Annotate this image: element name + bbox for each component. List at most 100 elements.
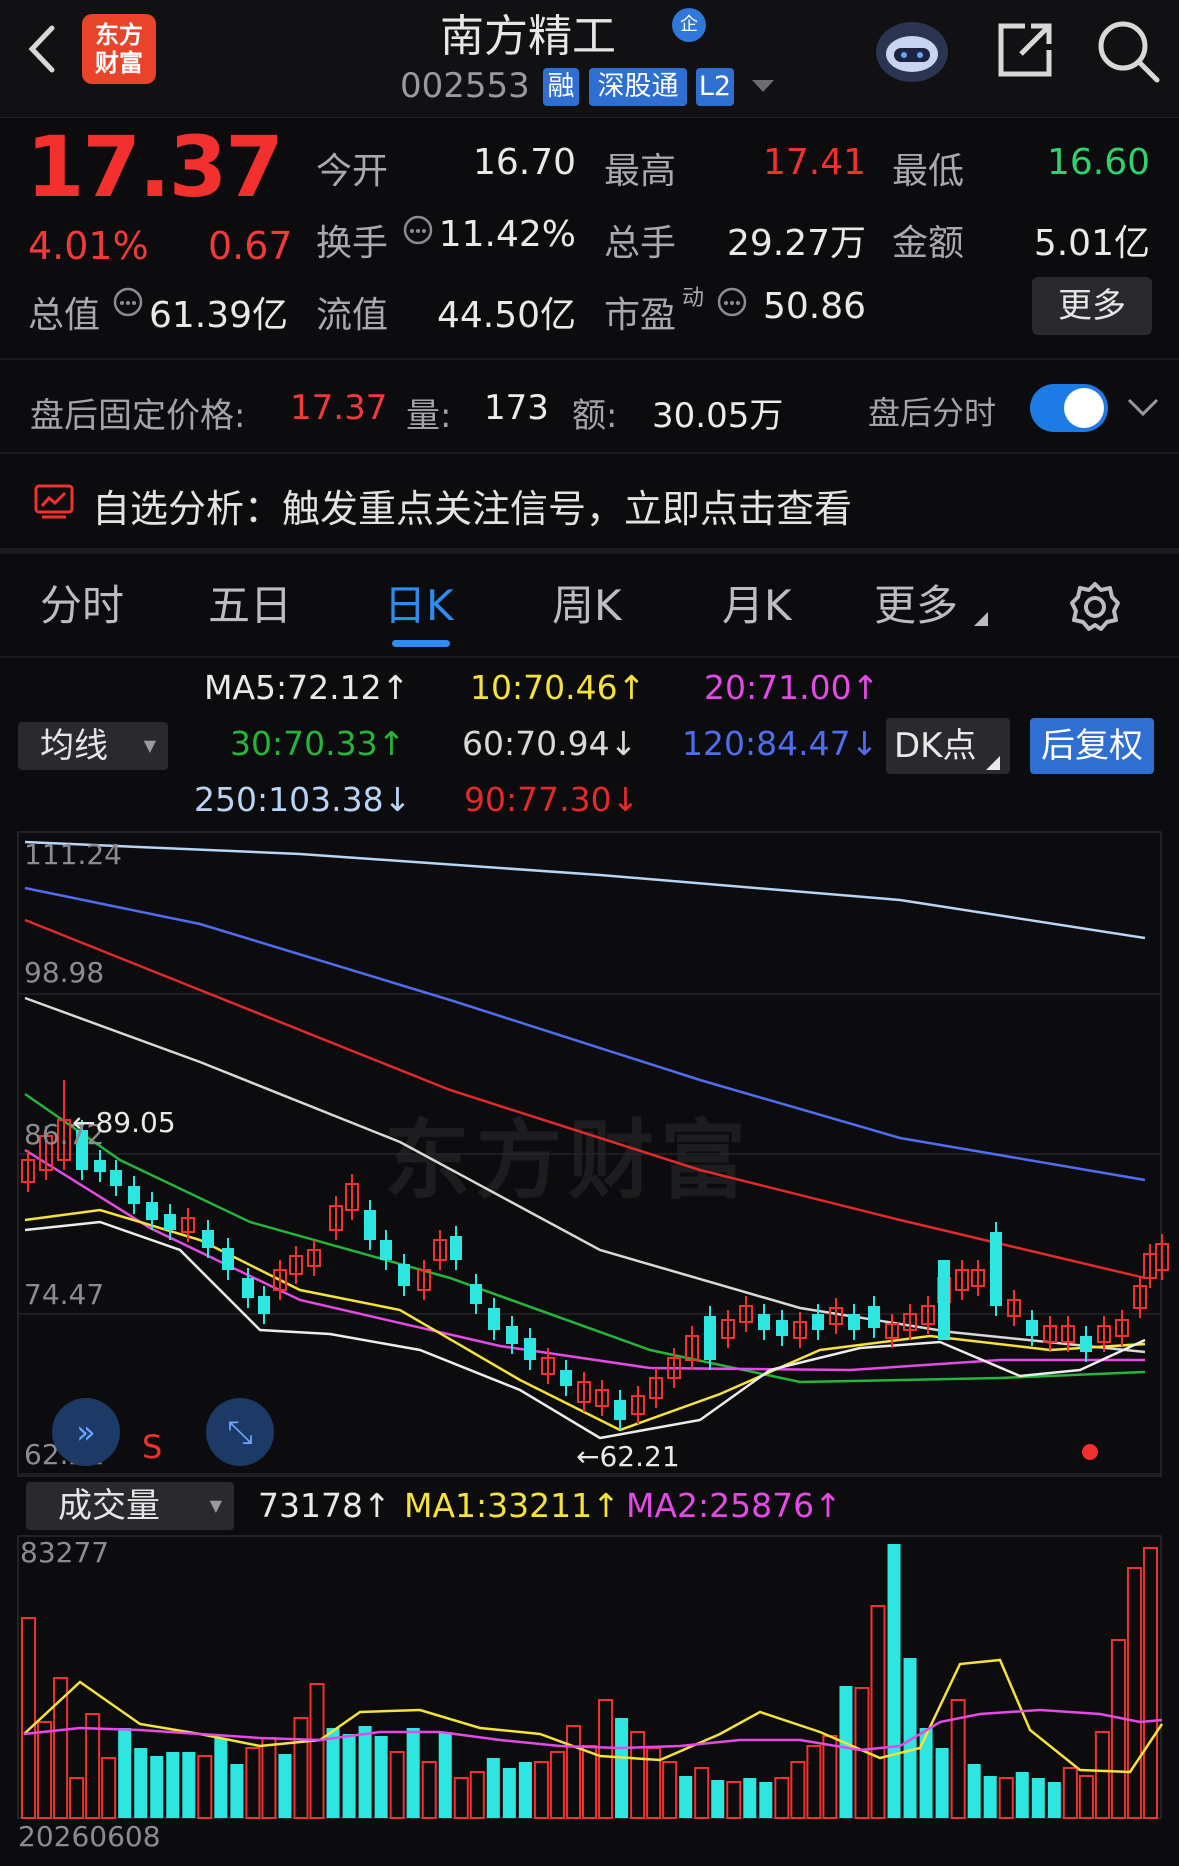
search-icon[interactable]	[1095, 18, 1161, 84]
enterprise-badge: 企	[672, 8, 706, 42]
divider	[0, 452, 1179, 454]
volume-bar	[406, 1728, 420, 1818]
tab-monthly-k[interactable]: 月K	[722, 572, 792, 633]
volume-bar	[469, 1771, 485, 1819]
volume-bar	[438, 1732, 452, 1818]
signal-dot	[1082, 1444, 1098, 1460]
volume-bar	[1142, 1547, 1158, 1819]
volume-bar	[1047, 1782, 1061, 1818]
tab-more[interactable]: 更多	[874, 572, 958, 633]
candle-body	[868, 1306, 880, 1328]
sell-signal-marker: S	[142, 1428, 163, 1466]
app-logo-text: 东方财富	[95, 21, 143, 77]
dropdown-caret-icon[interactable]	[752, 80, 774, 94]
more-button[interactable]: 更多	[1032, 277, 1152, 335]
low-value: 16.60	[1046, 142, 1150, 183]
volume-bar	[230, 1764, 244, 1818]
afterhours-label: 盘后固定价格:	[30, 396, 246, 436]
tab-intraday[interactable]: 分时	[40, 572, 124, 633]
tab-weekly-k[interactable]: 周K	[552, 572, 622, 633]
dk-point-label: DK点	[894, 726, 977, 766]
candle-body	[1080, 1336, 1092, 1352]
volume-ma1: MA1:33211↑	[404, 1486, 620, 1525]
volume-bar	[935, 1748, 949, 1818]
back-chevron-icon[interactable]	[26, 24, 56, 74]
afterhours-amount-label: 额:	[572, 396, 618, 436]
candle-body	[938, 1260, 950, 1340]
analysis-chart-icon	[34, 484, 74, 519]
low-marker-value: 62.21	[599, 1440, 680, 1473]
volume-bar	[711, 1780, 725, 1818]
volume-bar	[998, 1777, 1014, 1819]
candle-body	[128, 1186, 140, 1204]
volume-bar	[214, 1738, 228, 1818]
robot-assistant-icon[interactable]	[872, 14, 952, 84]
volume-bar	[134, 1748, 148, 1818]
candle-body	[990, 1232, 1002, 1306]
turnover-label: 换手	[316, 223, 389, 264]
indicator-dropdown[interactable]: 均线 ▼	[18, 722, 168, 770]
expand-icon[interactable]: ⤡	[206, 1398, 274, 1466]
y-tick-label: 111.24	[24, 838, 122, 871]
volume-bar	[37, 1721, 53, 1819]
open-value: 16.70	[472, 142, 576, 183]
afterhours-volume-label: 量:	[406, 396, 452, 436]
volume-bar	[1094, 1731, 1110, 1819]
volume-bar	[565, 1725, 581, 1819]
gear-icon[interactable]	[1068, 580, 1122, 634]
candle-body	[524, 1338, 536, 1360]
ma20-value: 20:71.00↑	[704, 668, 880, 707]
volume-bar	[726, 1781, 742, 1819]
volume-bar	[342, 1734, 356, 1818]
candle-body	[222, 1248, 234, 1270]
volume-ma2-line	[23, 1708, 1163, 1752]
high-label: 最高	[604, 151, 677, 192]
ma10-value: 10:70.46↑	[470, 668, 646, 707]
indicator-dropdown-label: 均线	[40, 726, 108, 766]
tab-five-day[interactable]: 五日	[208, 572, 292, 633]
volume-indicator-dropdown[interactable]: 成交量 ▼	[26, 1482, 234, 1530]
low-marker-label: ←62.21	[576, 1440, 680, 1473]
volume-bar	[1062, 1767, 1078, 1819]
fast-forward-icon[interactable]: »	[52, 1398, 120, 1466]
volume-ma2: MA2:25876↑	[626, 1486, 842, 1525]
divider	[0, 548, 1179, 554]
low-label: 最低	[892, 151, 965, 192]
last-price: 17.37	[26, 118, 284, 216]
tab-daily-k[interactable]: 日K	[384, 572, 454, 633]
adjust-button[interactable]: 后复权	[1030, 718, 1154, 774]
candle-body	[488, 1308, 500, 1330]
dropdown-caret-icon: ▼	[143, 736, 156, 755]
volume-bar	[615, 1718, 629, 1818]
volume-bar	[581, 1745, 598, 1819]
analysis-banner[interactable]: 自选分析：触发重点关注信号，立即点击查看	[92, 478, 852, 533]
level2-tag: L2	[696, 68, 734, 106]
app-logo: 东方财富	[82, 14, 156, 84]
share-icon[interactable]	[995, 20, 1055, 80]
afterhours-toggle[interactable]	[1030, 384, 1108, 432]
volume-chart[interactable]	[0, 1534, 1179, 1824]
afterhours-price: 17.37	[290, 388, 388, 428]
pe-value: 50.86	[762, 286, 866, 327]
change-percent: 4.01%	[28, 224, 149, 268]
candle-body	[110, 1170, 122, 1186]
ma60-value: 60:70.94↓	[462, 724, 638, 763]
chevron-down-icon[interactable]	[1126, 396, 1160, 418]
volume-bar	[326, 1728, 340, 1818]
candle-body	[258, 1296, 270, 1314]
high-marker-label: ←89.05	[72, 1106, 176, 1139]
volume-bar	[662, 1761, 678, 1819]
afterhours-amount: 30.05万	[652, 396, 784, 436]
volume-bar	[261, 1737, 277, 1819]
volume-bar	[69, 1777, 85, 1819]
y-tick-label: 98.98	[24, 956, 105, 989]
volume-bar	[518, 1762, 532, 1818]
stock-code: 002553	[400, 66, 530, 106]
pe-superscript: 动	[682, 286, 705, 311]
candle-body	[164, 1214, 176, 1230]
kline-chart[interactable]	[0, 830, 1179, 1480]
ma90-value: 90:77.30↓	[464, 780, 640, 819]
volume-bar	[21, 1617, 37, 1819]
volume-value: 73178↑	[258, 1486, 391, 1525]
ma5-value: MA5:72.12↑	[204, 668, 410, 707]
